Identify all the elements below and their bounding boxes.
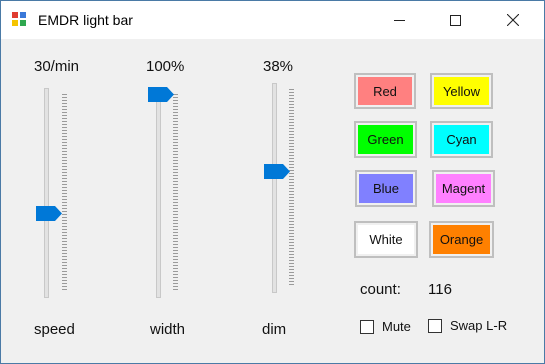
width-track[interactable] — [156, 88, 161, 298]
count-value: 116 — [428, 281, 452, 298]
speed-thumb[interactable] — [36, 206, 62, 221]
white-button-label: White — [369, 232, 403, 247]
maximize-button[interactable] — [432, 1, 478, 39]
cyan-button[interactable]: Cyan — [430, 121, 493, 158]
minimize-icon — [393, 19, 405, 21]
speed-ticks — [62, 94, 67, 292]
title-bar[interactable]: EMDR light bar — [1, 1, 544, 39]
swap-checkbox[interactable]: Swap L-R — [428, 318, 507, 333]
count-label: count: — [360, 281, 401, 298]
client-area: 30/min 100% 38% speed width dim Red Yell… — [1, 39, 544, 363]
red-button-label: Red — [373, 83, 397, 99]
magenta-button[interactable]: Magent — [432, 170, 495, 207]
dim-track[interactable] — [272, 83, 277, 293]
blue-button[interactable]: Blue — [355, 170, 417, 207]
width-label: width — [150, 321, 186, 338]
speed-value: 30/min — [34, 58, 80, 75]
mute-checkbox-box[interactable] — [360, 319, 374, 334]
width-thumb[interactable] — [148, 87, 174, 102]
orange-button[interactable]: Orange — [429, 221, 494, 258]
width-ticks — [173, 94, 178, 292]
swap-checkbox-label: Swap L-R — [450, 318, 508, 333]
green-button-label: Green — [367, 132, 404, 147]
dim-thumb[interactable] — [264, 164, 290, 179]
app-window: EMDR light bar 30/min 100% 38% speed wid… — [0, 0, 545, 364]
window-title: EMDR light bar — [38, 12, 133, 28]
yellow-button[interactable]: Yellow — [430, 73, 493, 109]
dim-ticks — [289, 89, 294, 287]
minimize-button[interactable] — [376, 1, 422, 39]
width-value: 100% — [146, 58, 185, 75]
dim-value: 38% — [263, 58, 294, 75]
mute-checkbox-label: Mute — [382, 319, 411, 334]
magenta-button-label: Magent — [441, 181, 486, 196]
maximize-icon — [449, 14, 461, 26]
green-button[interactable]: Green — [354, 121, 417, 158]
close-button[interactable] — [490, 1, 536, 39]
blue-button-label: Blue — [372, 181, 400, 196]
swap-checkbox-box[interactable] — [428, 318, 442, 333]
yellow-button-label: Yellow — [442, 83, 481, 99]
speed-label: speed — [34, 321, 75, 338]
white-button[interactable]: White — [354, 221, 418, 258]
dim-label: dim — [262, 321, 287, 338]
red-button[interactable]: Red — [354, 73, 416, 109]
close-icon — [507, 14, 519, 26]
app-icon — [12, 12, 28, 28]
orange-button-label: Orange — [439, 232, 484, 247]
cyan-button-label: Cyan — [446, 132, 477, 147]
mute-checkbox[interactable]: Mute — [360, 319, 411, 334]
speed-track[interactable] — [44, 88, 49, 298]
